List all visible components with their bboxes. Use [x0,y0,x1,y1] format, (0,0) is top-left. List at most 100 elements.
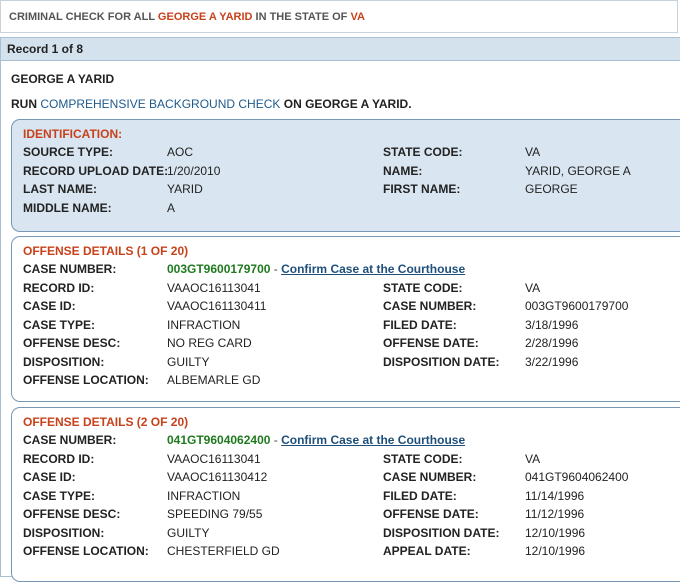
field-value: 3/22/1996 [525,354,579,369]
field-label: DISPOSITION DATE: [383,525,500,540]
field-label: OFFENSE DATE: [383,507,479,521]
confirm-case-link[interactable]: Confirm Case at the Courthouse [281,262,465,276]
field-value: 2/28/1996 [525,336,579,350]
field-label: OFFENSE DATE: [383,336,479,350]
field-value: 12/10/1996 [525,544,586,558]
confirm-case-link[interactable]: Confirm Case at the Courthouse [281,433,465,447]
field-value: YARID [167,182,203,196]
field-label: SOURCE TYPE: [23,145,114,159]
field-label: LAST NAME: [23,182,97,196]
run-background-line: RUN COMPREHENSIVE BACKGROUND CHECK ON GE… [11,97,412,111]
offense-title: OFFENSE DETAILS (1 OF 20) [23,244,189,258]
field-value: INFRACTION [167,488,241,503]
field-value: NO REG CARD [167,336,252,350]
offense-row: OFFENSE LOCATION: ALBEMARLE GD [23,371,680,390]
person-name: GEORGE A YARID [11,72,115,86]
field-label: CASE NUMBER: [383,470,477,484]
header-prefix: CRIMINAL CHECK FOR ALL [9,11,155,23]
offense-details-panel-1: OFFENSE DETAILS (1 OF 20) CASE NUMBER: 0… [11,236,680,402]
field-value: 1/20/2010 [167,163,221,178]
field-value: VA [525,451,541,466]
identification-row: LAST NAME: YARID FIRST NAME: GEORGE [23,180,680,199]
search-header: CRIMINAL CHECK FOR ALL GEORGE A YARID IN… [0,0,678,33]
field-label: OFFENSE LOCATION: [23,544,149,558]
field-label: STATE CODE: [383,280,463,295]
field-value: GEORGE [525,182,578,196]
field-value: VAAOC161130412 [167,470,268,484]
field-value: 003GT9600179700 [525,299,629,313]
field-label: RECORD UPLOAD DATE: [23,163,169,178]
field-value: VAAOC161130411 [167,299,267,313]
comprehensive-background-check-link[interactable]: COMPREHENSIVE BACKGROUND CHECK [40,97,280,111]
offense-details-panel-2: OFFENSE DETAILS (2 OF 20) CASE NUMBER: 0… [11,407,680,582]
run-suffix: ON GEORGE A YARID. [283,97,412,111]
field-label: OFFENSE DESC: [23,336,121,350]
identification-row: MIDDLE NAME: A [23,199,680,218]
field-label: CASE NUMBER: [23,433,117,447]
header-person-name: GEORGE A YARID [157,11,253,23]
identification-panel: IDENTIFICATION: SOURCE TYPE: AOC STATE C… [11,119,680,232]
offense-row: RECORD ID: VAAOC16113041 STATE CODE: VA [23,279,680,298]
field-value: VA [525,280,541,295]
identification-row: RECORD UPLOAD DATE: 1/20/2010 NAME: YARI… [23,162,680,181]
offense-row: DISPOSITION: GUILTY DISPOSITION DATE: 3/… [23,353,680,372]
field-value: YARID, GEORGE A [525,163,631,178]
run-prefix: RUN [11,97,37,111]
offense-row: DISPOSITION: GUILTY DISPOSITION DATE: 12… [23,524,680,543]
field-label: FIRST NAME: [383,182,461,196]
field-label: MIDDLE NAME: [23,200,112,215]
field-value: 3/18/1996 [525,317,579,332]
field-label: CASE NUMBER: [383,299,477,313]
field-label: RECORD ID: [23,451,95,466]
field-value: 12/10/1996 [525,525,586,540]
field-label: APPEAL DATE: [383,544,471,558]
field-label: FILED DATE: [383,488,457,503]
header-middle: IN THE STATE OF [255,11,348,23]
identification-title: IDENTIFICATION: [23,127,123,141]
field-value: 11/12/1996 [525,507,585,521]
field-value: CHESTERFIELD GD [167,544,280,558]
field-label: STATE CODE: [383,451,463,466]
field-value: AOC [167,145,194,159]
field-value: GUILTY [167,525,210,540]
identification-row: SOURCE TYPE: AOC STATE CODE: VA [23,143,680,162]
field-label: DISPOSITION: [23,354,105,369]
record-container: Record 1 of 8 GEORGE A YARID RUN COMPREH… [0,37,680,582]
record-counter: Record 1 of 8 [1,38,680,61]
offense-row: CASE ID: VAAOC161130412 CASE NUMBER: 041… [23,468,680,487]
field-label: OFFENSE LOCATION: [23,373,149,387]
field-value: VA [525,145,541,159]
field-label: CASE TYPE: [23,488,96,503]
field-value: 11/14/1996 [525,488,585,503]
offense-row: OFFENSE DESC: SPEEDING 79/55 OFFENSE DAT… [23,505,680,524]
offense-row: CASE TYPE: INFRACTION FILED DATE: 11/14/… [23,487,680,506]
field-value: GUILTY [167,354,210,369]
field-value: ALBEMARLE GD [167,373,261,387]
field-label: RECORD ID: [23,280,95,295]
field-label: CASE TYPE: [23,317,96,332]
field-label: OFFENSE DESC: [23,507,121,521]
offense-row: OFFENSE DESC: NO REG CARD OFFENSE DATE: … [23,334,680,353]
case-number-line: 003GT9600179700 - Confirm Case at the Co… [167,260,465,279]
field-value: A [167,200,176,215]
field-label: NAME: [383,163,423,178]
case-number-row: CASE NUMBER: 003GT9600179700 - Confirm C… [23,260,680,279]
case-number-line: 041GT9604062400 - Confirm Case at the Co… [167,431,465,450]
field-label: FILED DATE: [383,317,457,332]
field-value: VAAOC16113041 [167,451,261,466]
field-value: SPEEDING 79/55 [167,507,263,521]
offense-row: CASE ID: VAAOC161130411 CASE NUMBER: 003… [23,297,680,316]
offense-title: OFFENSE DETAILS (2 OF 20) [23,415,189,429]
case-number-value: 003GT9600179700 [167,262,271,276]
field-value: 041GT9604062400 [525,470,629,484]
field-value: VAAOC16113041 [167,280,261,295]
field-label: CASE ID: [23,470,76,484]
separator: - [270,262,282,276]
field-label: DISPOSITION: [23,525,105,540]
field-label: DISPOSITION DATE: [383,354,500,369]
offense-row: OFFENSE LOCATION: CHESTERFIELD GD APPEAL… [23,542,680,561]
offense-row: CASE TYPE: INFRACTION FILED DATE: 3/18/1… [23,316,680,335]
separator: - [270,433,282,447]
field-value: INFRACTION [167,317,241,332]
field-label: CASE ID: [23,299,76,313]
